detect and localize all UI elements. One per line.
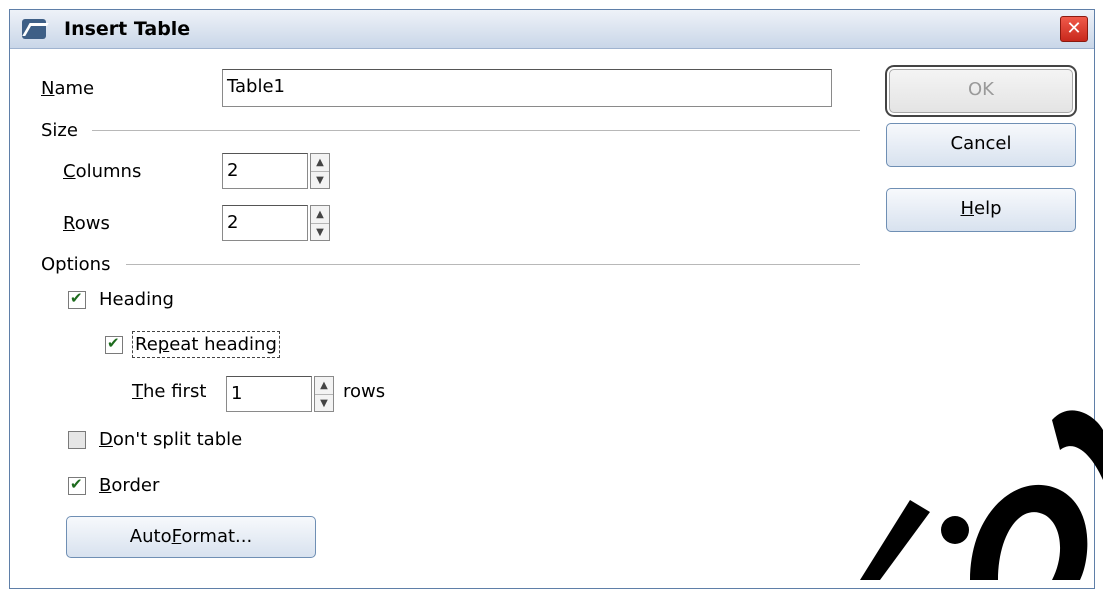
name-label: Name (41, 78, 95, 99)
repeat-heading-label: Repeat heading (132, 331, 280, 358)
size-separator (92, 130, 860, 131)
options-separator (126, 264, 860, 265)
rows-label: Rows (63, 213, 110, 234)
rows-spinner[interactable]: ▲ ▼ (310, 205, 330, 241)
title-bar: Insert Table ✕ (10, 10, 1094, 49)
help-button[interactable]: Help (886, 188, 1076, 232)
spin-down-icon[interactable]: ▼ (311, 171, 329, 189)
close-button[interactable]: ✕ (1060, 16, 1088, 42)
heading-checkbox[interactable] (68, 289, 86, 309)
dont-split-table-checkbox[interactable] (68, 431, 86, 449)
size-section-header: Size (41, 120, 78, 141)
spin-up-icon[interactable]: ▲ (315, 377, 333, 394)
spin-up-icon[interactable]: ▲ (311, 154, 329, 171)
border-label: Border (99, 475, 160, 496)
spin-up-icon[interactable]: ▲ (311, 206, 329, 223)
rows-input[interactable]: 2 (222, 205, 308, 241)
autoformat-button[interactable]: AutoFormat... (66, 516, 316, 558)
border-checkbox[interactable] (68, 475, 86, 495)
name-input[interactable]: Table1 (222, 69, 832, 107)
heading-rows-input[interactable]: 1 (226, 376, 312, 412)
heading-label: Heading (99, 289, 174, 310)
columns-spinner[interactable]: ▲ ▼ (310, 153, 330, 189)
cancel-button[interactable]: Cancel (886, 123, 1076, 167)
writer-app-icon (22, 19, 49, 39)
heading-rows-spinner[interactable]: ▲ ▼ (314, 376, 334, 412)
dialog-title: Insert Table (64, 18, 191, 40)
rows-suffix-label: rows (343, 381, 386, 402)
dont-split-table-label: Don't split table (99, 429, 243, 450)
options-section-header: Options (41, 254, 111, 275)
columns-input[interactable]: 2 (222, 153, 308, 189)
repeat-heading-checkbox[interactable] (105, 334, 123, 354)
columns-label: Columns (63, 161, 142, 182)
spin-down-icon[interactable]: ▼ (315, 394, 333, 412)
spin-down-icon[interactable]: ▼ (311, 223, 329, 241)
watermark-graphic (860, 410, 1103, 580)
ok-button[interactable]: OK (885, 65, 1077, 117)
the-first-label: The first (132, 381, 207, 402)
